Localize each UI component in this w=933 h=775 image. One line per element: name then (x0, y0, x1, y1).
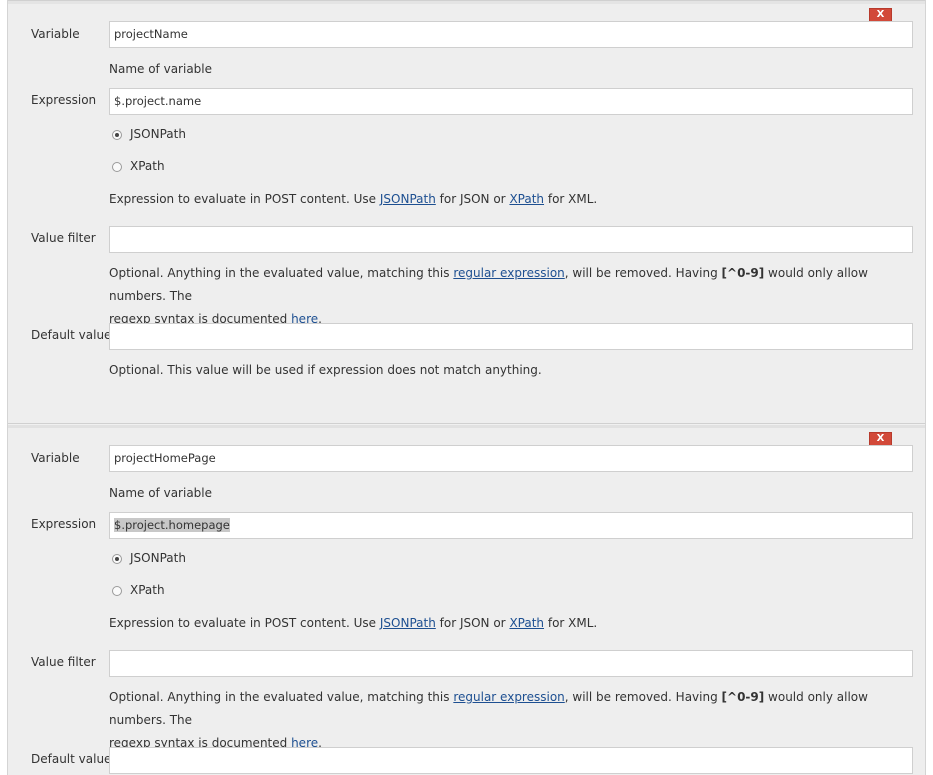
expression-label: Expression (31, 517, 97, 531)
radio-checked-icon[interactable] (112, 130, 122, 140)
variable-input[interactable]: projectName (109, 21, 913, 48)
variable-block-1: X Variable projectName Name of variable … (8, 0, 925, 424)
value-filter-input[interactable] (109, 226, 913, 253)
value-filter-label: Value filter (31, 231, 96, 245)
variable-help: Name of variable (109, 62, 213, 76)
xpath-link[interactable]: XPath (509, 616, 544, 630)
radio-xpath[interactable]: XPath (112, 583, 165, 597)
default-value-input[interactable] (109, 323, 913, 350)
variable-label: Variable (31, 27, 80, 41)
default-value-label: Default value (31, 752, 112, 766)
left-border (0, 0, 8, 775)
radio-xpath-label: XPath (130, 583, 165, 597)
radio-jsonpath[interactable]: JSONPath (112, 551, 186, 565)
expression-input[interactable]: $.project.homepage (109, 512, 913, 539)
selected-text: $.project.homepage (114, 518, 230, 532)
radio-checked-icon[interactable] (112, 554, 122, 564)
radio-unchecked-icon[interactable] (112, 586, 122, 596)
delete-variable-button[interactable]: X (869, 432, 892, 446)
value-filter-help: Optional. Anything in the evaluated valu… (109, 690, 868, 750)
default-value-input[interactable] (109, 747, 913, 774)
expression-help: Expression to evaluate in POST content. … (109, 192, 598, 206)
value-filter-input[interactable] (109, 650, 913, 677)
variable-help: Name of variable (109, 486, 213, 500)
value-filter-label: Value filter (31, 655, 96, 669)
jsonpath-link[interactable]: JSONPath (380, 616, 436, 630)
radio-jsonpath-label: JSONPath (130, 127, 186, 141)
expression-help: Expression to evaluate in POST content. … (109, 616, 598, 630)
xpath-link[interactable]: XPath (509, 192, 544, 206)
radio-jsonpath-label: JSONPath (130, 551, 186, 565)
radio-unchecked-icon[interactable] (112, 162, 122, 172)
expression-label: Expression (31, 93, 97, 107)
jsonpath-link[interactable]: JSONPath (380, 192, 436, 206)
default-value-label: Default value (31, 328, 112, 342)
delete-variable-button[interactable]: X (869, 8, 892, 22)
regex-link[interactable]: regular expression (453, 690, 564, 704)
block-top-divider (8, 1, 925, 4)
variable-input[interactable]: projectHomePage (109, 445, 913, 472)
variable-block-2: X Variable projectHomePage Name of varia… (8, 425, 925, 775)
right-border (925, 0, 933, 775)
value-filter-help: Optional. Anything in the evaluated valu… (109, 266, 868, 326)
default-value-help: Optional. This value will be used if exp… (109, 363, 542, 377)
variable-label: Variable (31, 451, 80, 465)
expression-input[interactable]: $.project.name (109, 88, 913, 115)
radio-xpath-label: XPath (130, 159, 165, 173)
radio-jsonpath[interactable]: JSONPath (112, 127, 186, 141)
radio-xpath[interactable]: XPath (112, 159, 165, 173)
regex-link[interactable]: regular expression (453, 266, 564, 280)
